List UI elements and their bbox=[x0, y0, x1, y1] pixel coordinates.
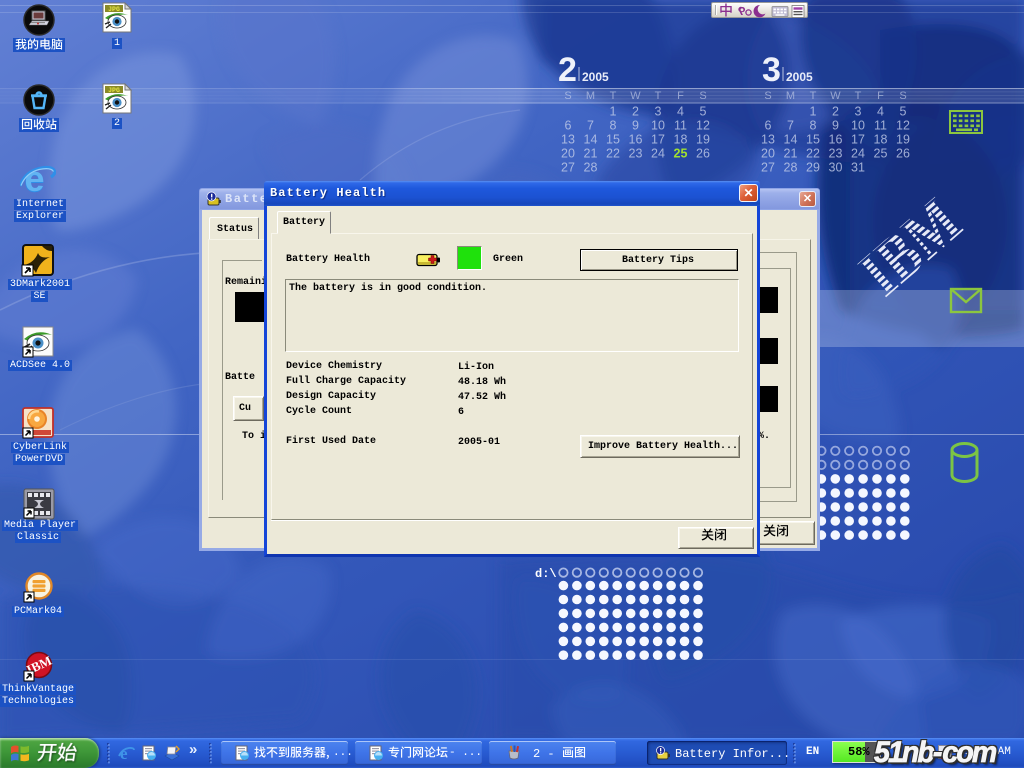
svg-text:10: 10 bbox=[851, 119, 865, 133]
svg-text:5: 5 bbox=[700, 105, 707, 119]
svg-text:W: W bbox=[630, 90, 641, 102]
svg-text:26: 26 bbox=[896, 147, 910, 161]
svg-text:19: 19 bbox=[896, 133, 910, 147]
svg-text:S: S bbox=[564, 90, 571, 102]
svg-text:d:\: d:\ bbox=[535, 567, 557, 581]
svg-text:JPG: JPG bbox=[108, 87, 120, 94]
svg-text:12: 12 bbox=[896, 119, 910, 133]
svg-text:23: 23 bbox=[629, 147, 643, 161]
svg-text:S: S bbox=[764, 90, 771, 102]
svg-text:5: 5 bbox=[900, 105, 907, 119]
svg-text:S: S bbox=[899, 90, 906, 102]
svg-text:M: M bbox=[586, 90, 595, 102]
svg-text:13: 13 bbox=[761, 133, 775, 147]
svg-text:F: F bbox=[877, 90, 884, 102]
svg-text:17: 17 bbox=[651, 133, 665, 147]
svg-text:1: 1 bbox=[810, 105, 817, 119]
svg-text:15: 15 bbox=[606, 133, 620, 147]
svg-text:9: 9 bbox=[832, 119, 839, 133]
svg-text:2005: 2005 bbox=[582, 70, 609, 84]
svg-text:27: 27 bbox=[761, 161, 775, 175]
svg-text:30: 30 bbox=[829, 161, 843, 175]
svg-text:10: 10 bbox=[651, 119, 665, 133]
svg-text:25: 25 bbox=[874, 147, 888, 161]
svg-text:9: 9 bbox=[632, 119, 639, 133]
svg-text:T: T bbox=[655, 90, 662, 102]
svg-text:2005: 2005 bbox=[786, 70, 813, 84]
svg-text:20: 20 bbox=[761, 147, 775, 161]
svg-text:4: 4 bbox=[677, 105, 684, 119]
svg-text:JPG: JPG bbox=[108, 6, 120, 13]
svg-text:20: 20 bbox=[561, 147, 575, 161]
svg-text:31: 31 bbox=[851, 161, 865, 175]
svg-text:3: 3 bbox=[855, 105, 862, 119]
svg-text:S: S bbox=[699, 90, 706, 102]
svg-text:7: 7 bbox=[587, 119, 594, 133]
svg-text:21: 21 bbox=[784, 147, 798, 161]
svg-text:14: 14 bbox=[784, 133, 798, 147]
svg-text:W: W bbox=[830, 90, 841, 102]
svg-text:18: 18 bbox=[874, 133, 888, 147]
svg-text:4: 4 bbox=[877, 105, 884, 119]
svg-text:1: 1 bbox=[610, 105, 617, 119]
svg-text:M: M bbox=[786, 90, 795, 102]
svg-text:16: 16 bbox=[629, 133, 643, 147]
svg-text:29: 29 bbox=[806, 161, 820, 175]
svg-text:6: 6 bbox=[765, 119, 772, 133]
svg-text:7: 7 bbox=[787, 119, 794, 133]
svg-text:16: 16 bbox=[829, 133, 843, 147]
svg-text:15: 15 bbox=[806, 133, 820, 147]
svg-text:2: 2 bbox=[832, 105, 839, 119]
svg-text:23: 23 bbox=[829, 147, 843, 161]
svg-text:24: 24 bbox=[651, 147, 665, 161]
svg-text:22: 22 bbox=[806, 147, 820, 161]
svg-text:26: 26 bbox=[696, 147, 710, 161]
svg-text:12: 12 bbox=[696, 119, 710, 133]
svg-text:14: 14 bbox=[584, 133, 598, 147]
svg-text:18: 18 bbox=[674, 133, 688, 147]
svg-text:22: 22 bbox=[606, 147, 620, 161]
svg-text:25: 25 bbox=[674, 147, 688, 161]
svg-text:28: 28 bbox=[784, 161, 798, 175]
svg-text:24: 24 bbox=[851, 147, 865, 161]
svg-text:11: 11 bbox=[874, 119, 887, 133]
svg-text:8: 8 bbox=[810, 119, 817, 133]
svg-text:2: 2 bbox=[558, 51, 577, 89]
svg-text:21: 21 bbox=[584, 147, 598, 161]
svg-text:19: 19 bbox=[696, 133, 710, 147]
svg-text:8: 8 bbox=[610, 119, 617, 133]
svg-text:13: 13 bbox=[561, 133, 575, 147]
svg-text:6: 6 bbox=[565, 119, 572, 133]
svg-text:28: 28 bbox=[584, 161, 598, 175]
svg-text:17: 17 bbox=[851, 133, 865, 147]
svg-text:27: 27 bbox=[561, 161, 575, 175]
svg-text:2: 2 bbox=[632, 105, 639, 119]
svg-text:F: F bbox=[677, 90, 684, 102]
svg-text:T: T bbox=[610, 90, 617, 102]
svg-text:3: 3 bbox=[762, 51, 781, 89]
svg-text:T: T bbox=[810, 90, 817, 102]
svg-text:11: 11 bbox=[674, 119, 687, 133]
svg-text:3: 3 bbox=[655, 105, 662, 119]
svg-text:T: T bbox=[855, 90, 862, 102]
